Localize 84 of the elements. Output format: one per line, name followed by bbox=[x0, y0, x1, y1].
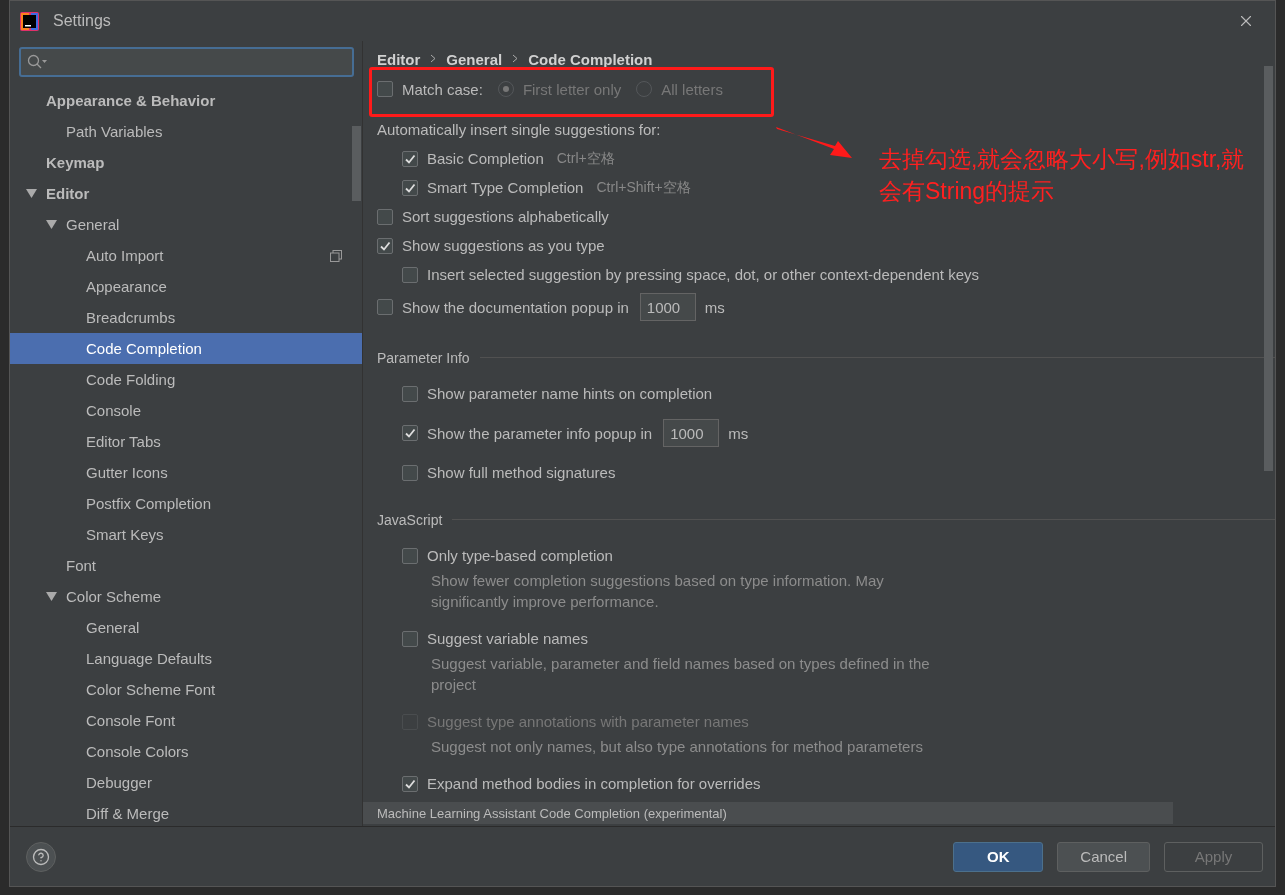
help-button[interactable] bbox=[26, 841, 56, 872]
option-label: Suggest type annotations with parameter names bbox=[427, 713, 749, 730]
tree-item[interactable]: Code Completion bbox=[10, 333, 362, 364]
tree-item[interactable]: Postfix Completion bbox=[10, 488, 362, 519]
checkbox[interactable] bbox=[402, 266, 418, 283]
tree-item[interactable]: Font bbox=[10, 550, 362, 581]
dialog-button[interactable]: Cancel bbox=[1057, 841, 1150, 872]
shortcut-hint: Ctrl+空格 bbox=[556, 149, 615, 168]
breadcrumb-item[interactable]: Editor bbox=[377, 50, 421, 68]
option-label: Smart Type Completion bbox=[427, 179, 584, 196]
option-description: Suggest not only names, but also type annotations for method parameters bbox=[430, 737, 924, 757]
tree-item[interactable]: Color Scheme Font bbox=[10, 674, 362, 705]
annotation-text: 去掉勾选,就会忽略大小写,例如str,就 bbox=[879, 145, 1245, 174]
window-title: Settings bbox=[53, 12, 112, 30]
tree-item[interactable]: General bbox=[10, 612, 362, 643]
tree-item[interactable]: Console Colors bbox=[10, 736, 362, 767]
option-label: Show parameter name hints on completion bbox=[427, 385, 713, 402]
option-description: Suggest variable, parameter and field names based on types defined in the project bbox=[430, 654, 931, 695]
section-title: JavaScript bbox=[377, 511, 443, 528]
tree-item[interactable]: Code Folding bbox=[10, 364, 362, 395]
search-field[interactable] bbox=[19, 47, 354, 77]
tree-item[interactable]: Smart Keys bbox=[10, 519, 362, 550]
breadcrumb-item[interactable]: Code Completion bbox=[528, 50, 653, 68]
scrollbar-thumb[interactable] bbox=[352, 126, 361, 201]
option-label: Basic Completion bbox=[427, 150, 544, 167]
unit-label: ms bbox=[704, 298, 725, 316]
tree-item[interactable]: Console Font bbox=[10, 705, 362, 736]
option-label: Show suggestions as you type bbox=[402, 237, 605, 254]
option-label: Match case: bbox=[402, 80, 483, 98]
tree-item[interactable]: Editor Tabs bbox=[10, 426, 362, 457]
number-field[interactable]: 1000 bbox=[639, 293, 696, 321]
number-field[interactable]: 1000 bbox=[663, 419, 720, 447]
shortcut-hint: Ctrl+Shift+空格 bbox=[596, 178, 691, 197]
tree-item[interactable]: Breadcrumbs bbox=[10, 302, 362, 333]
checkbox[interactable] bbox=[402, 464, 418, 481]
unit-label: ms bbox=[728, 424, 749, 442]
tree-item[interactable]: General bbox=[10, 209, 362, 240]
tree-item[interactable]: Auto Import bbox=[10, 240, 362, 271]
checkbox[interactable] bbox=[402, 630, 418, 647]
checkbox[interactable] bbox=[377, 299, 393, 315]
tree-item[interactable]: Appearance bbox=[10, 271, 362, 302]
tree-item[interactable]: Language Defaults bbox=[10, 643, 362, 674]
checkbox[interactable] bbox=[402, 547, 418, 564]
checkbox[interactable] bbox=[402, 385, 418, 402]
tree-item[interactable]: Console bbox=[10, 395, 362, 426]
checkbox[interactable] bbox=[402, 179, 418, 196]
tree-item[interactable]: Gutter Icons bbox=[10, 457, 362, 488]
help-icon bbox=[32, 847, 50, 866]
checkbox[interactable] bbox=[377, 237, 393, 254]
expanded-arrow-icon[interactable] bbox=[46, 591, 57, 602]
option-label: Only type-based completion bbox=[427, 547, 613, 564]
option-description: Show fewer completion suggestions based on type information. May significantly improve performance. bbox=[430, 571, 885, 612]
expanded-arrow-icon[interactable] bbox=[46, 219, 57, 230]
option-label: Show the documentation popup in bbox=[402, 298, 629, 316]
section-title: Parameter Info bbox=[377, 349, 470, 366]
annotation-text: 会有String的提示 bbox=[879, 177, 1056, 206]
tree-item[interactable]: Appearance & Behavior bbox=[10, 85, 362, 116]
option-label: Sort suggestions alphabetically bbox=[402, 208, 609, 225]
tree-item[interactable]: Diff & Merge bbox=[10, 798, 362, 826]
tree-item[interactable]: Path Variables bbox=[10, 116, 362, 147]
tree-item[interactable]: Editor bbox=[10, 178, 362, 209]
option-label: Suggest variable names bbox=[427, 630, 588, 647]
search-icon bbox=[27, 54, 49, 70]
option-label: Show full method signatures bbox=[427, 464, 616, 481]
option-label: Show the parameter info popup in bbox=[427, 424, 653, 442]
checkbox[interactable] bbox=[377, 81, 393, 97]
tree-item[interactable]: Debugger bbox=[10, 767, 362, 798]
radio-label: First letter only bbox=[522, 80, 622, 98]
scrollbar-thumb[interactable] bbox=[1264, 66, 1273, 471]
expanded-arrow-icon[interactable] bbox=[26, 188, 37, 199]
section-header: Machine Learning Assistant Code Completion (experimental) bbox=[363, 802, 1173, 824]
checkbox[interactable] bbox=[402, 425, 418, 441]
checkbox[interactable] bbox=[402, 775, 418, 792]
tree-item[interactable]: Keymap bbox=[10, 147, 362, 178]
checkbox[interactable] bbox=[402, 150, 418, 167]
app-logo-icon bbox=[20, 11, 39, 31]
dialog-button[interactable]: OK bbox=[953, 841, 1044, 872]
breadcrumb-item[interactable]: General bbox=[446, 50, 503, 68]
radio-label: All letters bbox=[661, 80, 723, 98]
option-label: Expand method bodies in completion for overrides bbox=[427, 775, 761, 792]
checkbox[interactable] bbox=[377, 208, 393, 225]
option-label: Insert selected suggestion by pressing space, dot, or other context-dependent keys bbox=[427, 266, 979, 283]
group-label: Automatically insert single suggestions for: bbox=[377, 121, 661, 138]
tree-item[interactable]: Color Scheme bbox=[10, 581, 362, 612]
